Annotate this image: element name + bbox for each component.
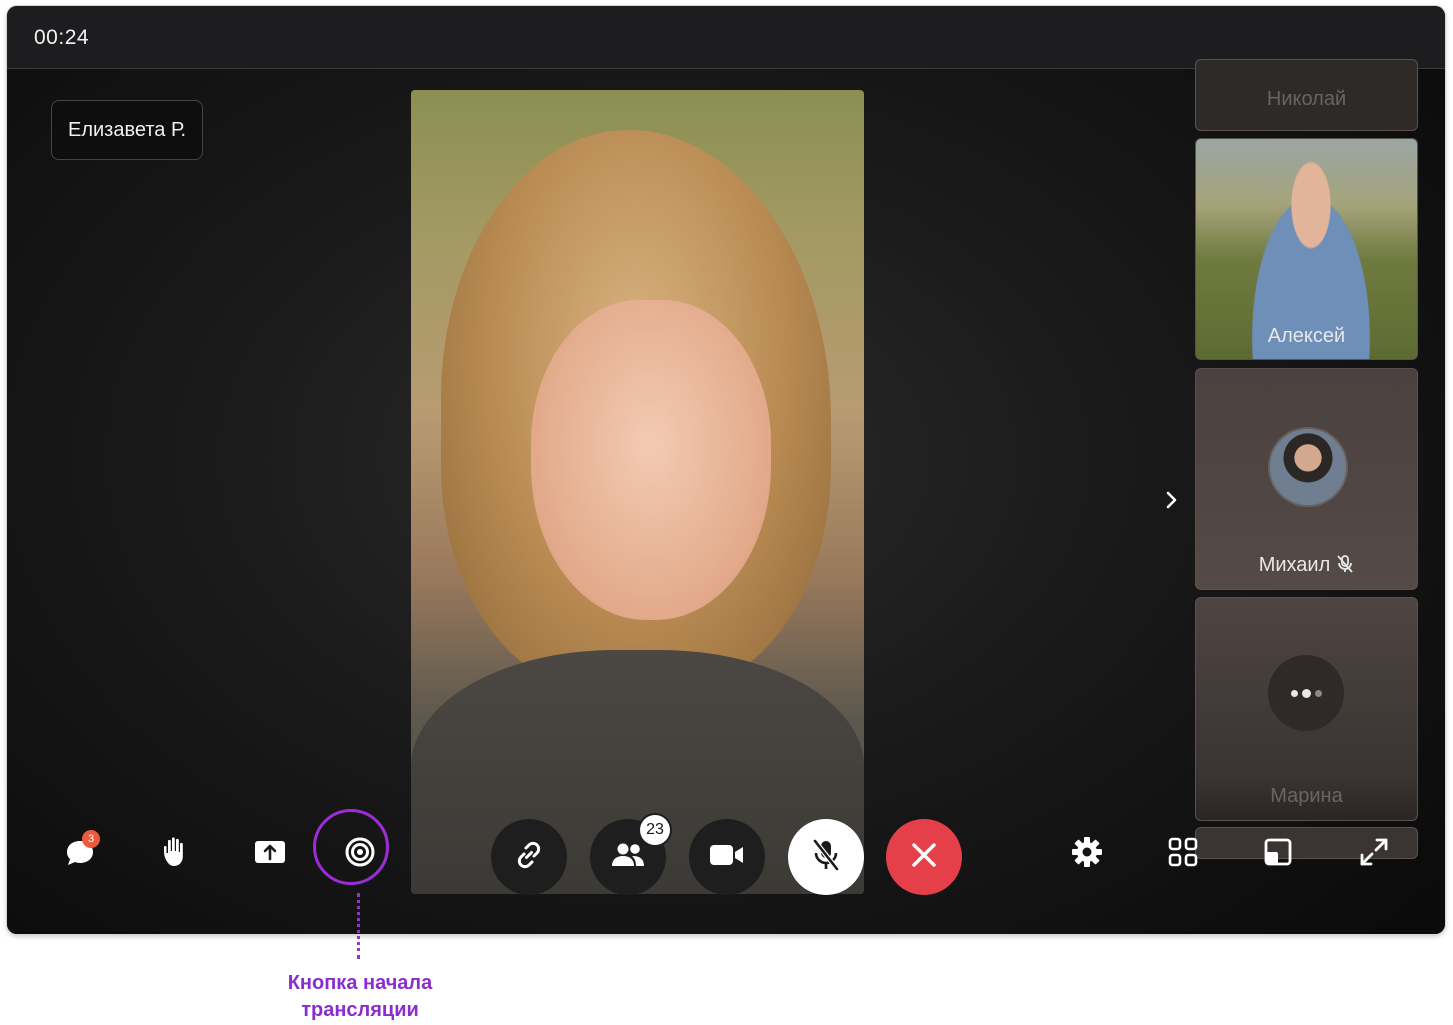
call-window: 00:24 Елизавета Р. Николай Алексей Михаи… <box>7 6 1445 934</box>
more-dots-icon <box>1268 655 1344 731</box>
grid-layout-icon <box>1167 836 1199 873</box>
microphone-button[interactable] <box>788 819 864 895</box>
grid-layout-button[interactable] <box>1153 824 1213 884</box>
avatar <box>1268 427 1348 507</box>
call-stage: Елизавета Р. Николай Алексей Михаил Мари… <box>7 59 1445 934</box>
participant-tile[interactable]: Николай <box>1195 59 1418 131</box>
broadcast-highlight-ring <box>313 809 389 885</box>
mic-off-icon <box>810 837 842 878</box>
chat-badge: 3 <box>82 830 100 848</box>
participant-name: Алексей <box>1267 325 1346 347</box>
annotation-line-2: трансляции <box>301 999 419 1021</box>
picture-in-picture-button[interactable] <box>1248 824 1308 884</box>
participants-button[interactable]: 23 <box>590 815 670 895</box>
participants-count-badge: 23 <box>640 815 670 845</box>
camera-button[interactable] <box>689 819 765 895</box>
share-screen-button[interactable] <box>240 824 300 884</box>
main-video[interactable] <box>411 90 864 894</box>
video-subject-face <box>531 300 771 620</box>
mic-off-icon <box>1336 554 1354 574</box>
close-icon <box>909 840 939 875</box>
settings-button[interactable] <box>1057 824 1117 884</box>
end-call-button[interactable] <box>886 819 962 895</box>
fullscreen-button[interactable] <box>1344 824 1404 884</box>
camera-icon <box>708 841 746 874</box>
chevron-right-icon[interactable] <box>1162 485 1182 515</box>
share-screen-icon <box>252 836 288 873</box>
speaker-name-label: Елизавета Р. <box>51 100 204 160</box>
picture-in-picture-icon <box>1262 836 1294 873</box>
participant-name: Марина <box>1270 785 1343 807</box>
link-icon <box>512 838 546 877</box>
raise-hand-button[interactable] <box>146 824 206 884</box>
participant-tile[interactable]: Михаил <box>1195 368 1418 590</box>
participants-panel: Николай Алексей Михаил Марина <box>1195 59 1418 859</box>
call-timer: 00:24 <box>34 26 90 49</box>
participant-tile[interactable]: Алексей <box>1195 138 1418 360</box>
participant-name: Николай <box>1266 88 1347 110</box>
participant-name: Михаил <box>1258 554 1331 576</box>
copy-link-button[interactable] <box>491 819 567 895</box>
fullscreen-icon <box>1358 836 1390 873</box>
raise-hand-icon <box>159 834 193 875</box>
participant-tile[interactable]: Марина <box>1195 597 1418 821</box>
participant-name-row: Михаил <box>1196 554 1417 577</box>
annotation-pointer-line <box>357 893 360 959</box>
chat-button[interactable]: 3 <box>50 824 110 884</box>
annotation-line-1: Кнопка начала <box>287 972 433 994</box>
gear-icon <box>1069 834 1105 875</box>
annotation-label: Кнопка начала трансляции <box>240 970 480 1024</box>
participants-icon <box>608 839 648 876</box>
